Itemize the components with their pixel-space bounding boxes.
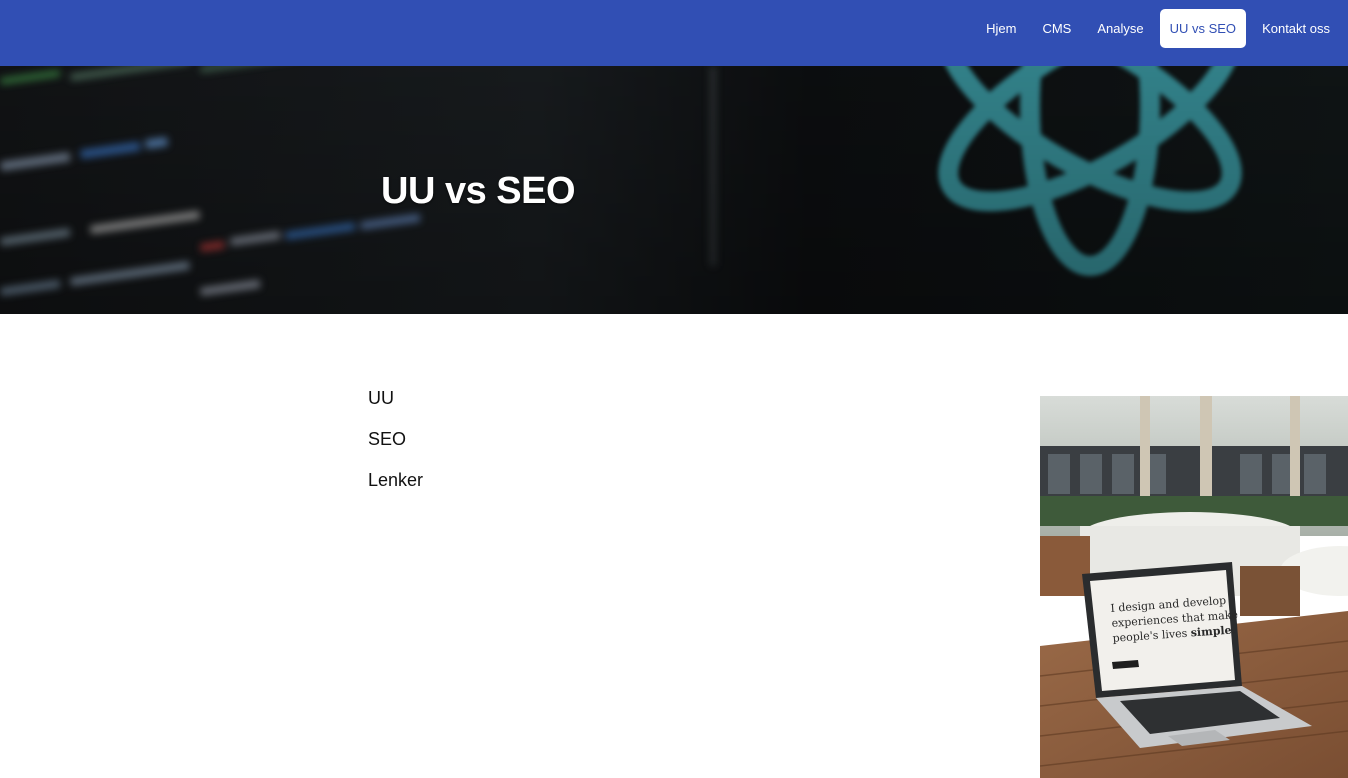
content-links: UU SEO Lenker: [368, 387, 423, 510]
hero-background-image: [0, 66, 1348, 314]
screen-emphasis: simple.: [1190, 623, 1236, 640]
nav-item-hjem[interactable]: Hjem: [976, 9, 1026, 48]
page-title: UU vs SEO: [381, 170, 576, 212]
nav-item-kontakt-oss[interactable]: Kontakt oss: [1252, 9, 1340, 48]
nav-item-cms[interactable]: CMS: [1032, 9, 1081, 48]
nav-item-analyse[interactable]: Analyse: [1087, 9, 1153, 48]
nav-item-uu-vs-seo[interactable]: UU vs SEO: [1159, 9, 1247, 48]
link-lenker[interactable]: Lenker: [368, 469, 423, 510]
link-seo[interactable]: SEO: [368, 428, 423, 469]
nav-menu: Hjem CMS Analyse UU vs SEO Kontakt oss: [970, 9, 1340, 48]
laptop-photo: I design and develop experiences that ma…: [1040, 396, 1348, 778]
link-uu[interactable]: UU: [368, 387, 423, 428]
hero-banner: UU vs SEO: [0, 66, 1348, 314]
top-navbar: Hjem CMS Analyse UU vs SEO Kontakt oss: [0, 0, 1348, 66]
laptop-photo-illustration: [1040, 396, 1348, 778]
